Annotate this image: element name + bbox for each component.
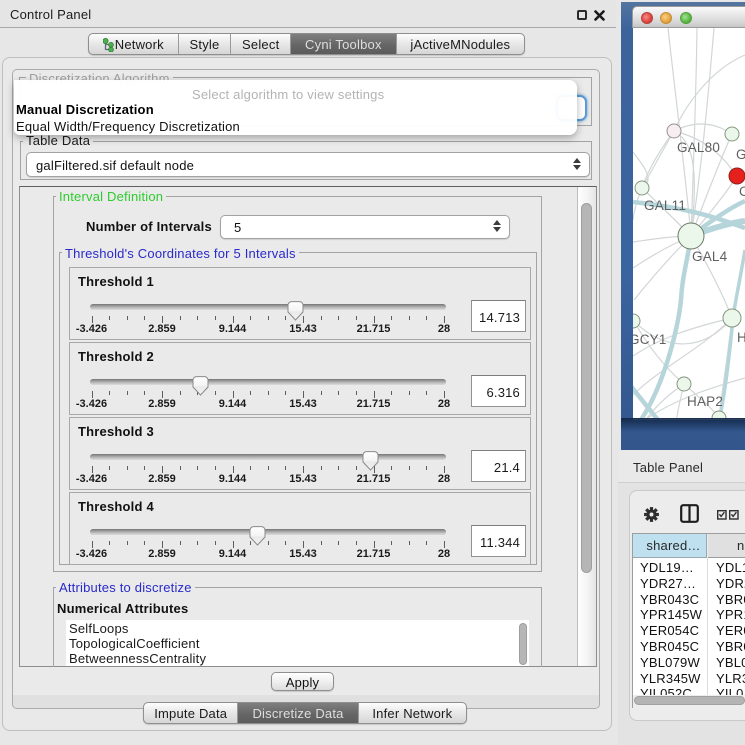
svg-text:GAL80: GAL80 — [677, 140, 720, 155]
svg-text:GA: GA — [736, 147, 745, 162]
svg-text:CY: CY — [739, 184, 745, 199]
svg-text:GAL4: GAL4 — [692, 249, 728, 264]
svg-text:HAP2: HAP2 — [687, 394, 723, 409]
svg-text:HA: HA — [737, 330, 745, 345]
svg-text:GAL11: GAL11 — [644, 198, 686, 213]
svg-text:GCY1: GCY1 — [633, 332, 667, 347]
